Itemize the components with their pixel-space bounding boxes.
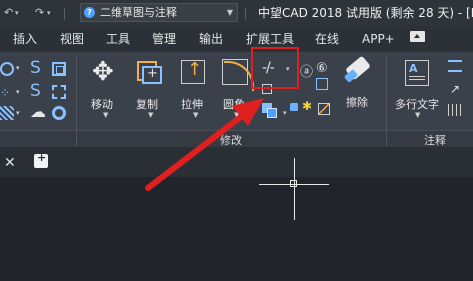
pointer-arrow-icon bbox=[145, 98, 264, 191]
